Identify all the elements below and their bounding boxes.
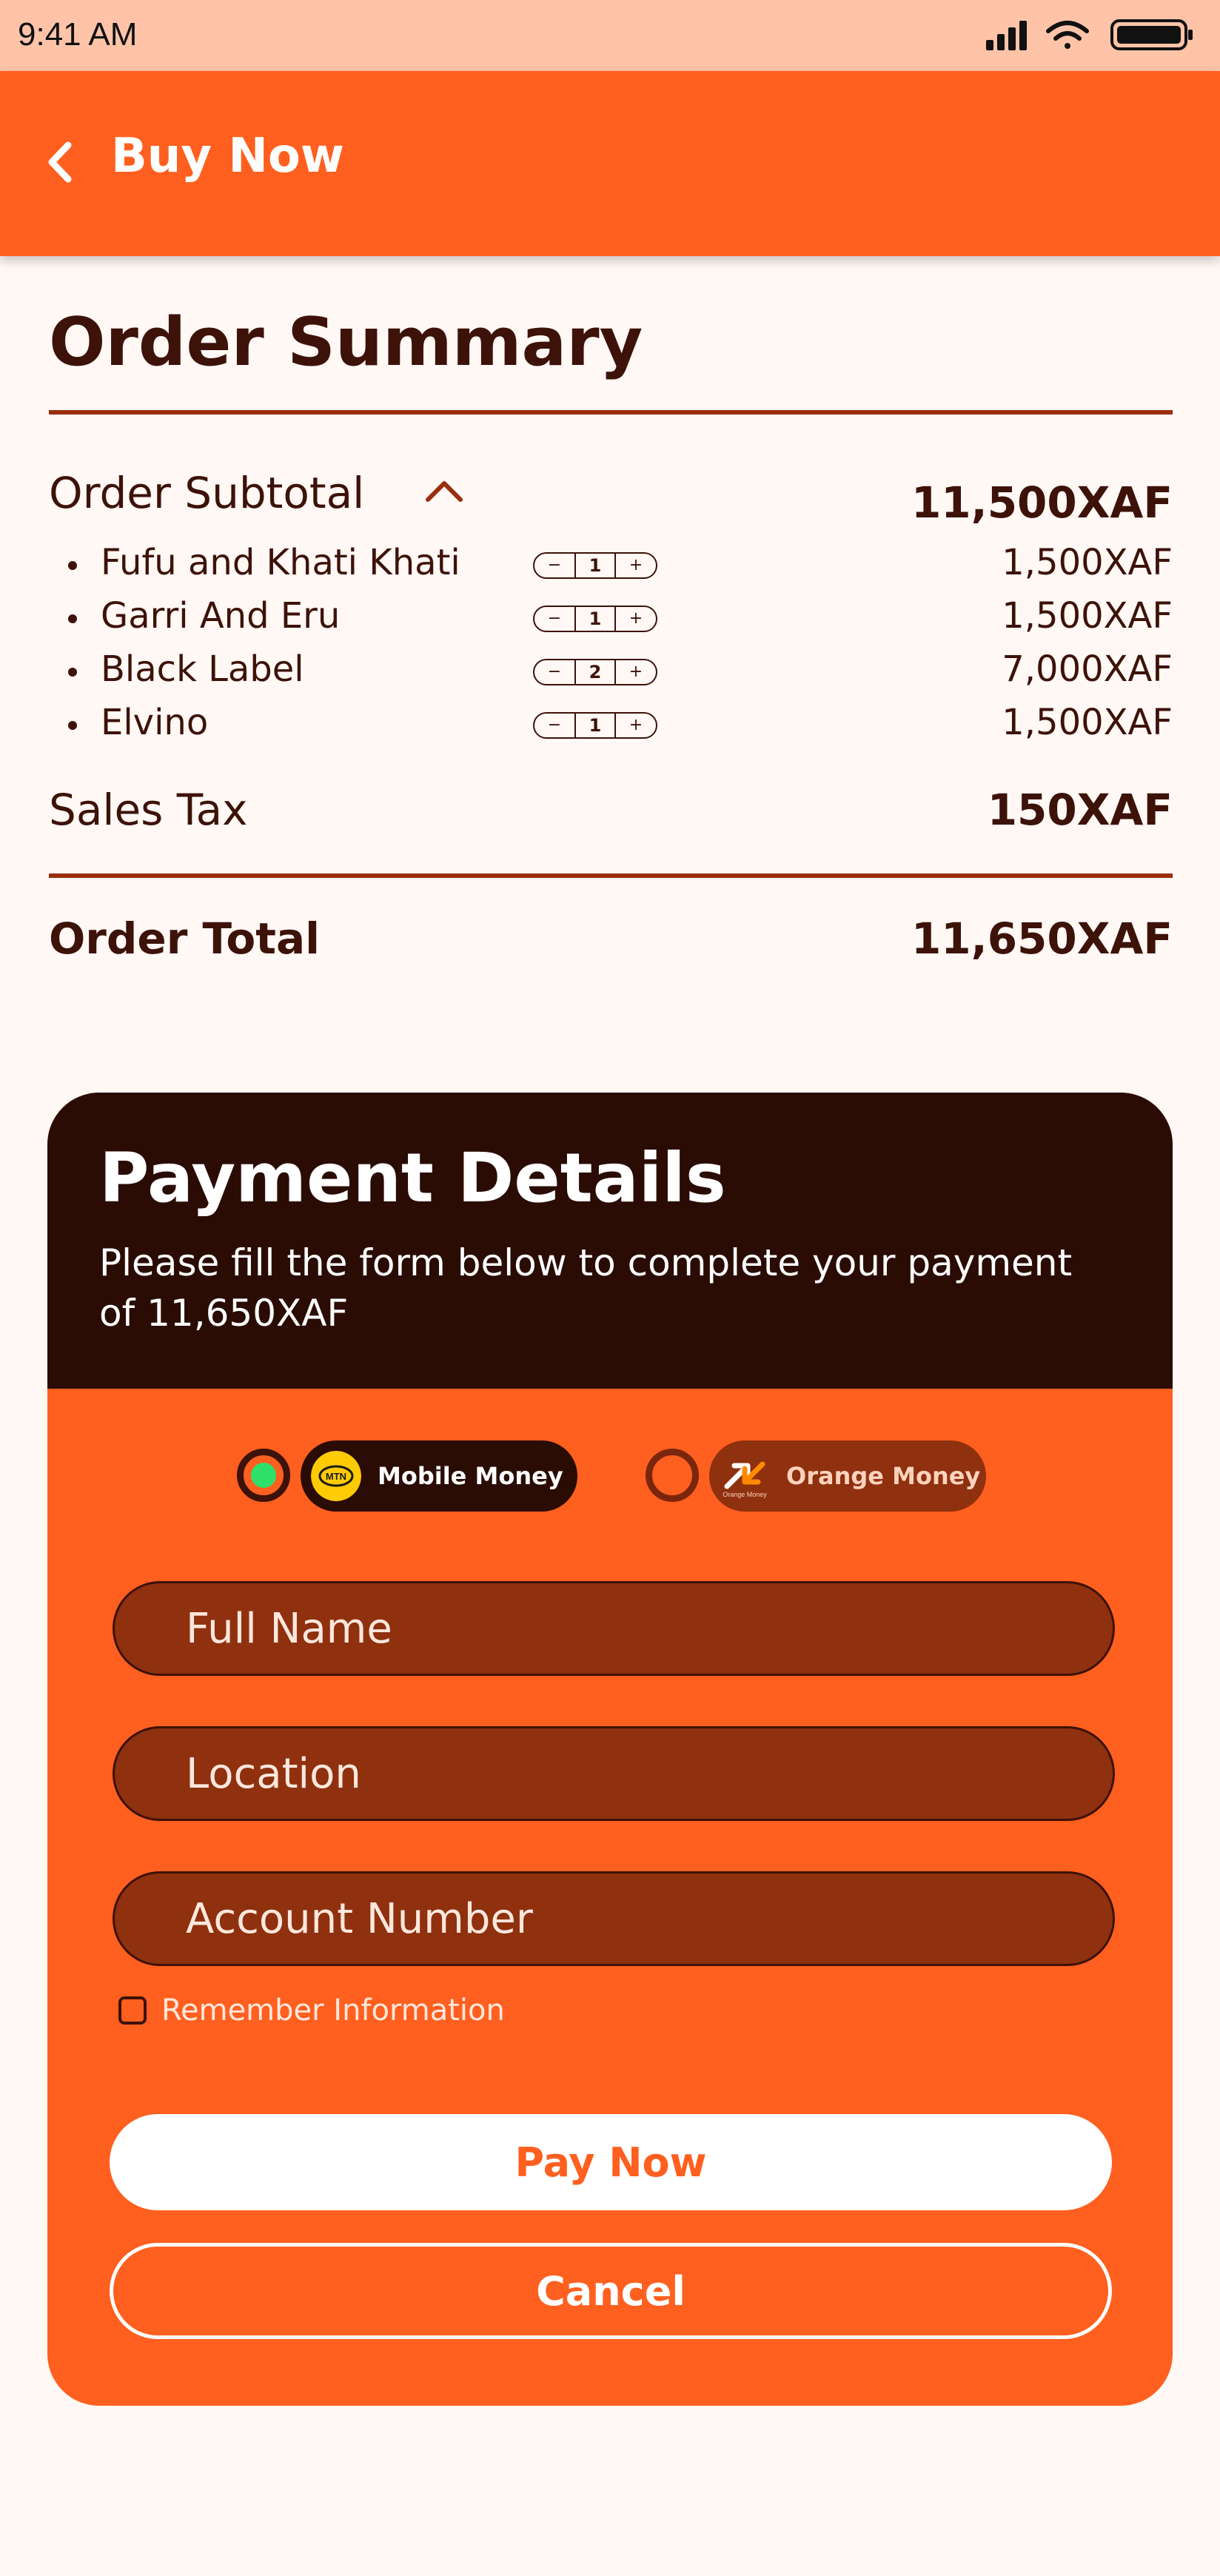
quantity-value: 1 xyxy=(574,607,616,631)
bullet xyxy=(68,721,77,730)
battery-icon xyxy=(1110,19,1193,50)
status-time: 9:41 AM xyxy=(18,16,138,53)
total-divider xyxy=(49,873,1173,878)
sales-tax-label: Sales Tax xyxy=(49,785,248,835)
wifi-icon xyxy=(1046,21,1089,49)
account-number-field xyxy=(113,1871,1115,1966)
bullet xyxy=(68,668,77,677)
mobile-money-radio[interactable] xyxy=(237,1449,290,1502)
selected-dot xyxy=(251,1463,276,1488)
mobile-money-option[interactable]: MTN Mobile Money xyxy=(301,1440,577,1512)
order-subtotal-value: 11,500XAF xyxy=(911,477,1173,528)
status-icons xyxy=(986,19,1193,50)
remember-label: Remember Information xyxy=(161,1993,505,2027)
order-summary-title: Order Summary xyxy=(49,303,643,381)
bullet xyxy=(68,561,77,570)
item-name: Garri And Eru xyxy=(101,595,341,637)
decrement-button[interactable]: − xyxy=(534,714,574,737)
quantity-stepper: − 1 + xyxy=(533,552,657,579)
signal-icon xyxy=(986,21,1027,50)
decrement-button[interactable]: − xyxy=(534,660,574,684)
item-price: 7,000XAF xyxy=(1002,648,1173,690)
item-name: Fufu and Khati Khati xyxy=(101,542,460,583)
chevron-up-icon[interactable] xyxy=(423,477,465,504)
status-bar: 9:41 AM xyxy=(0,0,1220,71)
order-total-value: 11,650XAF xyxy=(911,913,1173,964)
quantity-value: 1 xyxy=(574,714,616,737)
remember-checkbox[interactable] xyxy=(118,1996,147,2025)
list-item: Fufu and Khati Khati − 1 + 1,500XAF xyxy=(0,539,1220,592)
location-input[interactable] xyxy=(186,1728,1074,1819)
full-name-field xyxy=(113,1581,1115,1676)
decrement-button[interactable]: − xyxy=(534,607,574,631)
quantity-stepper: − 2 + xyxy=(533,659,657,685)
list-item: Elvino − 1 + 1,500XAF xyxy=(0,699,1220,752)
payment-header: Payment Details Please fill the form bel… xyxy=(47,1093,1173,1389)
increment-button[interactable]: + xyxy=(616,607,656,631)
payment-subtitle: Please fill the form below to complete y… xyxy=(99,1241,1073,1335)
increment-button[interactable]: + xyxy=(616,554,656,577)
back-chevron-icon[interactable] xyxy=(41,136,78,188)
orange-money-option[interactable]: Orange Money Orange Money xyxy=(709,1440,986,1512)
orange-money-logo-text: Orange Money xyxy=(723,1491,767,1498)
quantity-value: 2 xyxy=(574,660,616,684)
orange-money-logo-icon: Orange Money xyxy=(723,1461,767,1498)
mobile-money-label: Mobile Money xyxy=(378,1462,563,1490)
mtn-logo-text: MTN xyxy=(326,1471,346,1482)
sales-tax-value: 150XAF xyxy=(987,785,1173,835)
item-price: 1,500XAF xyxy=(1002,702,1173,743)
decrement-button[interactable]: − xyxy=(534,554,574,577)
remember-information[interactable]: Remember Information xyxy=(118,1993,505,2027)
quantity-stepper: − 1 + xyxy=(533,712,657,739)
order-subtotal-label[interactable]: Order Subtotal xyxy=(49,468,364,518)
pay-now-button[interactable]: Pay Now xyxy=(110,2114,1112,2210)
order-total-label: Order Total xyxy=(49,913,321,964)
location-field xyxy=(113,1726,1115,1821)
item-name: Black Label xyxy=(101,648,304,690)
cancel-button[interactable]: Cancel xyxy=(110,2243,1112,2339)
item-price: 1,500XAF xyxy=(1002,542,1173,583)
payment-title: Payment Details xyxy=(99,1138,726,1218)
page-title: Buy Now xyxy=(111,129,344,184)
quantity-stepper: − 1 + xyxy=(533,606,657,632)
mtn-logo-icon: MTN xyxy=(311,1451,361,1501)
full-name-input[interactable] xyxy=(186,1583,1074,1674)
item-name: Elvino xyxy=(101,702,209,743)
quantity-value: 1 xyxy=(574,554,616,577)
account-number-input[interactable] xyxy=(186,1874,1074,1964)
list-item: Garri And Eru − 1 + 1,500XAF xyxy=(0,592,1220,645)
summary-divider xyxy=(49,410,1173,415)
bullet xyxy=(68,614,77,623)
increment-button[interactable]: + xyxy=(616,714,656,737)
orange-money-label: Orange Money xyxy=(786,1462,981,1490)
orange-money-radio[interactable] xyxy=(646,1449,699,1502)
app-bar: Buy Now xyxy=(0,71,1220,256)
list-item: Black Label − 2 + 7,000XAF xyxy=(0,645,1220,699)
increment-button[interactable]: + xyxy=(616,660,656,684)
item-price: 1,500XAF xyxy=(1002,595,1173,637)
